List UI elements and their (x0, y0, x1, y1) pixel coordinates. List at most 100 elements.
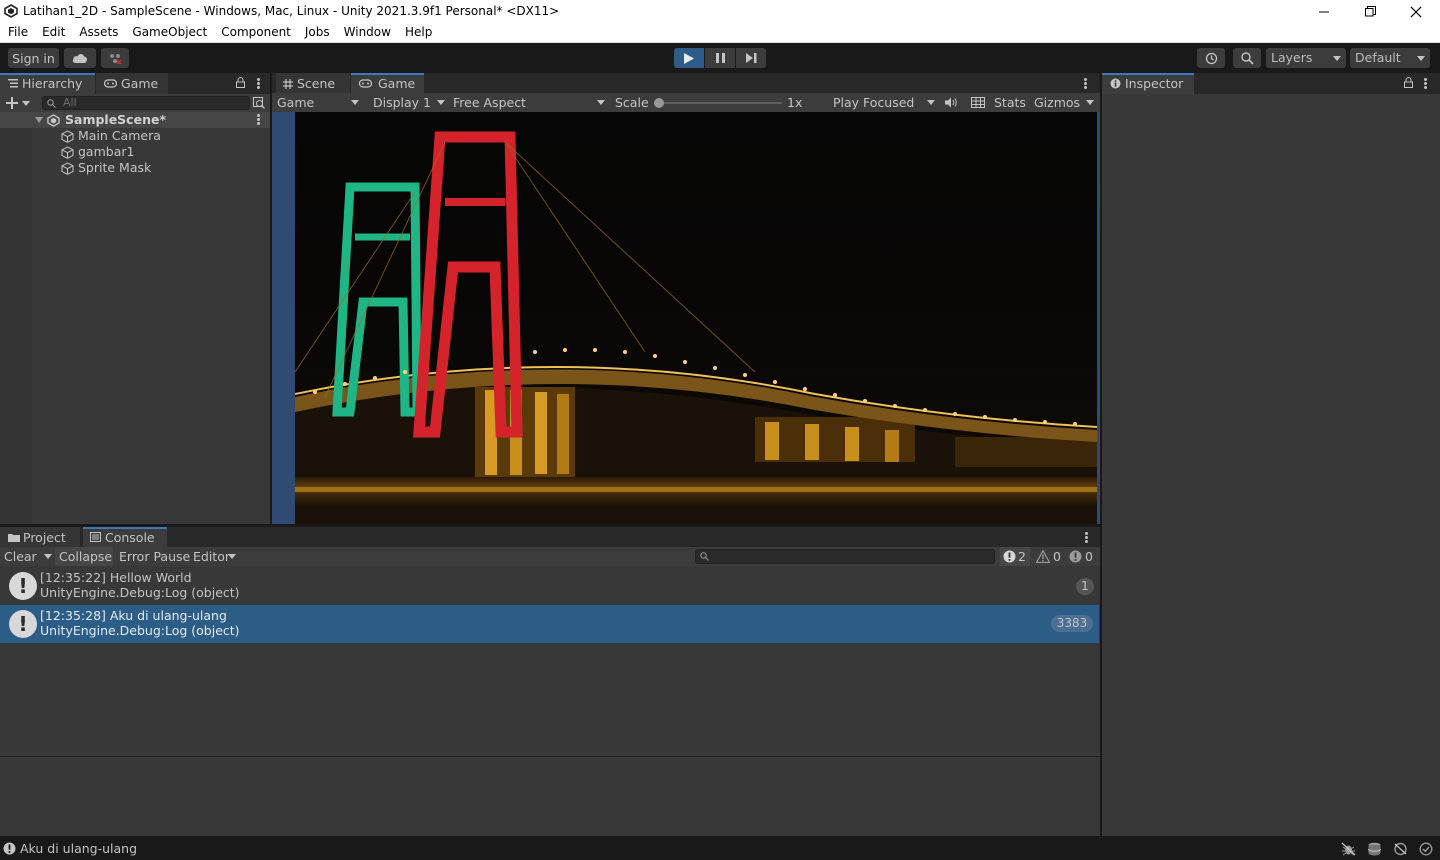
error-count-toggle[interactable]: 0 (1067, 547, 1097, 566)
hierarchy-search-input[interactable]: All (42, 96, 250, 110)
list-icon (8, 79, 18, 88)
progress-check-icon[interactable] (1419, 842, 1433, 856)
menu-file[interactable]: File (1, 23, 35, 43)
hierarchy-menu-icon[interactable] (257, 78, 260, 89)
chevron-down-icon[interactable] (1086, 100, 1094, 105)
tab-scene[interactable]: Scene (276, 73, 350, 94)
search-button[interactable] (1233, 48, 1261, 68)
scale-slider[interactable] (656, 102, 782, 104)
expand-arrow-icon[interactable] (35, 117, 43, 123)
log-count-badge: 3383 (1051, 615, 1093, 632)
inspector-tabstrip: Inspector (1102, 73, 1440, 94)
undo-history-button[interactable] (1197, 48, 1225, 68)
error-count: 0 (1085, 549, 1093, 564)
cache-server-icon[interactable] (1367, 842, 1382, 856)
layout-dropdown[interactable]: Default (1350, 48, 1430, 68)
chevron-down-icon (437, 100, 445, 105)
menu-assets[interactable]: Assets (72, 23, 125, 43)
menu-component[interactable]: Component (214, 23, 298, 43)
collapse-toggle[interactable]: Collapse (55, 547, 113, 566)
lock-icon[interactable] (1404, 77, 1413, 88)
layers-dropdown[interactable]: Layers (1266, 48, 1346, 68)
play-button[interactable] (674, 48, 704, 68)
console-menu-icon[interactable] (1085, 532, 1088, 543)
tab-game-left-label: Game (121, 76, 159, 91)
warning-count-toggle[interactable]: 0 (1034, 547, 1064, 566)
pause-button[interactable] (705, 48, 735, 68)
error-pause-label: Error Pause (119, 549, 191, 564)
unity-scene-icon (47, 114, 60, 127)
inspector-menu-icon[interactable] (1424, 78, 1427, 89)
folder-icon (8, 534, 20, 542)
clear-button[interactable]: Clear (0, 547, 54, 566)
hierarchy-item-label: Main Camera (78, 128, 161, 143)
play-focused-dropdown[interactable]: Play Focused (827, 93, 937, 112)
play-icon (684, 52, 694, 64)
display-dropdown[interactable]: Display 1 (366, 93, 446, 112)
game-view-menu-icon[interactable] (1084, 78, 1087, 89)
tab-inspector[interactable]: Inspector (1102, 73, 1194, 94)
aspect-dropdown[interactable]: Free Aspect (448, 93, 608, 112)
collapse-label: Collapse (59, 549, 113, 564)
scene-visibility-icon[interactable] (253, 97, 265, 109)
scale-slider-thumb[interactable] (654, 98, 664, 108)
tab-game[interactable]: Game (351, 73, 424, 94)
hierarchy-item-label: gambar1 (78, 144, 135, 159)
minimize-button[interactable] (1301, 0, 1347, 23)
hierarchy-tabstrip: Hierarchy Game (0, 73, 270, 94)
tab-hierarchy[interactable]: Hierarchy (0, 73, 95, 94)
error-pause-toggle[interactable]: Error Pause (115, 547, 191, 566)
scale-label: Scale (615, 95, 649, 110)
tab-game-left[interactable]: Game (96, 73, 168, 94)
lock-icon[interactable] (236, 77, 245, 88)
game-mode-dropdown[interactable]: Game (272, 93, 362, 112)
step-button[interactable] (736, 48, 766, 68)
warning-icon (1036, 550, 1050, 563)
stats-button[interactable]: Stats (994, 93, 1026, 112)
search-icon (1240, 51, 1254, 65)
info-message-icon (3, 842, 16, 855)
main-toolbar: Sign in Layers Default (0, 43, 1440, 73)
auto-refresh-icon[interactable] (1393, 842, 1408, 856)
status-message[interactable]: Aku di ulang-ulang (20, 838, 137, 860)
hierarchy-item-label: Sprite Mask (78, 160, 152, 175)
tab-project[interactable]: Project (0, 527, 80, 548)
tab-hierarchy-label: Hierarchy (22, 76, 83, 91)
add-icon[interactable] (6, 97, 18, 109)
tab-project-label: Project (23, 530, 66, 545)
scene-menu-icon[interactable] (257, 114, 260, 125)
info-message-icon: ! (9, 610, 37, 638)
history-icon (1205, 52, 1217, 64)
editor-label: Editor (193, 549, 230, 564)
info-count-toggle[interactable]: 2 (1000, 547, 1030, 566)
menu-gameobject[interactable]: GameObject (125, 23, 214, 43)
unity-logo-icon (4, 4, 18, 18)
menu-edit[interactable]: Edit (35, 23, 72, 43)
tab-console[interactable]: Console (83, 527, 167, 548)
restore-button[interactable] (1347, 0, 1393, 23)
hierarchy-item-gambar1[interactable]: gambar1 (0, 144, 270, 160)
collab-button[interactable] (101, 48, 129, 68)
hierarchy-item-main-camera[interactable]: Main Camera (0, 128, 270, 144)
game-viewport[interactable] (272, 112, 1100, 524)
chevron-down-icon[interactable] (22, 101, 30, 106)
mute-audio-icon[interactable] (945, 97, 958, 108)
console-log-entry-selected[interactable]: ! [12:35:28] Aku di ulang-ulang UnityEng… (0, 605, 1099, 643)
console-search-input[interactable] (695, 549, 995, 564)
menu-help[interactable]: Help (398, 23, 439, 43)
sign-in-button[interactable]: Sign in (8, 48, 59, 68)
info-message-icon (1003, 550, 1016, 563)
stats-grid-icon[interactable] (971, 97, 985, 108)
debug-bug-icon[interactable] (1341, 842, 1356, 856)
hierarchy-search-placeholder: All (63, 96, 77, 109)
scene-row[interactable]: SampleScene* (0, 112, 270, 128)
cloud-button[interactable] (64, 48, 96, 68)
menu-jobs[interactable]: Jobs (298, 23, 337, 43)
console-log-entry[interactable]: ! [12:35:22] Hellow World UnityEngine.De… (0, 567, 1099, 605)
editor-dropdown[interactable]: Editor (189, 547, 241, 566)
gizmos-button[interactable]: Gizmos (1034, 93, 1080, 112)
chevron-down-icon[interactable] (44, 554, 52, 559)
menu-window[interactable]: Window (337, 23, 398, 43)
close-button[interactable] (1393, 0, 1439, 23)
hierarchy-item-sprite-mask[interactable]: Sprite Mask (0, 160, 270, 176)
